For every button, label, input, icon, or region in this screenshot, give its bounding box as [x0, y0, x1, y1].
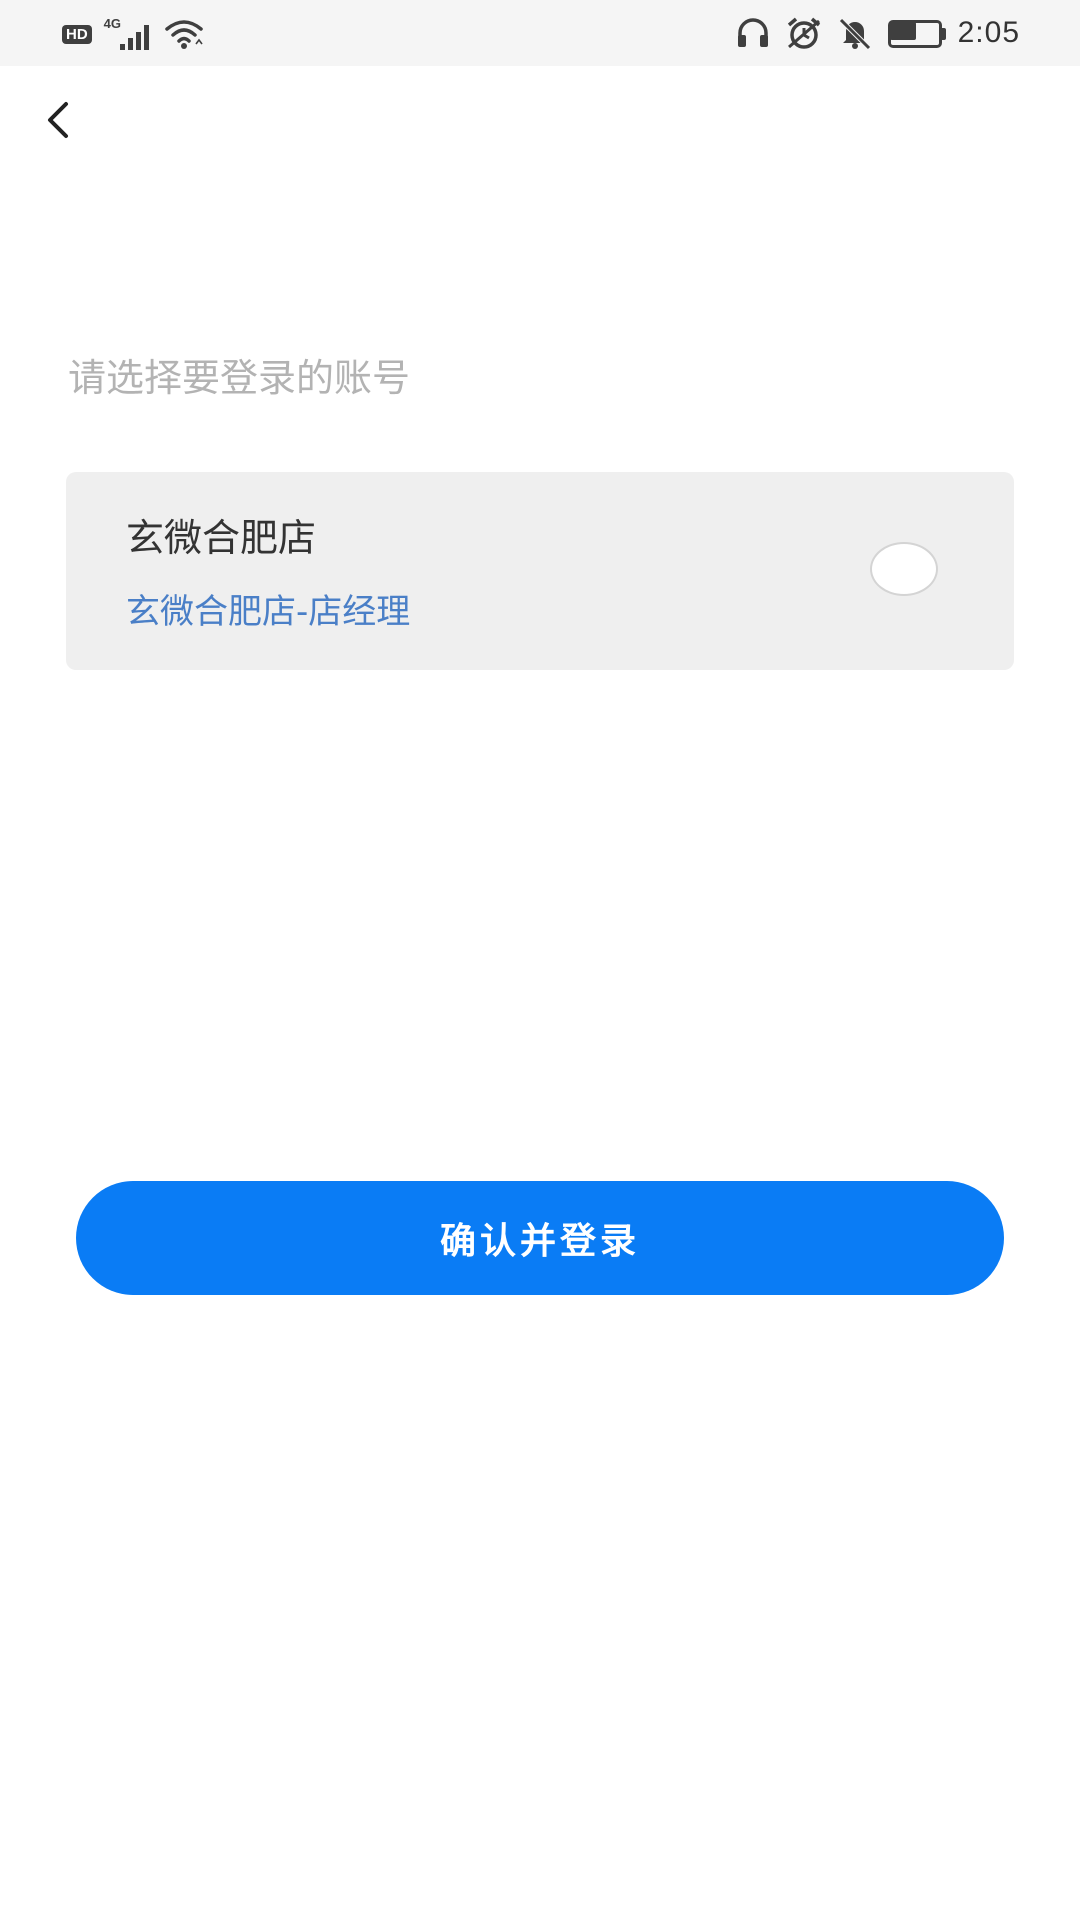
signal-icon	[119, 25, 149, 50]
status-right: 2:05	[736, 12, 1020, 54]
battery-icon	[887, 20, 946, 48]
alarm-icon	[787, 17, 820, 49]
page-prompt: 请选择要登录的账号	[68, 356, 411, 400]
wifi-icon	[164, 20, 203, 49]
clock: 2:05	[957, 16, 1020, 49]
account-name: 玄微合肥店	[126, 516, 317, 560]
status-bar: HD 4G 2:05	[0, 0, 1080, 66]
back-button[interactable]	[30, 90, 90, 150]
headphones-icon	[737, 18, 768, 47]
mute-icon	[838, 18, 871, 50]
account-radio[interactable]	[870, 542, 938, 596]
battery-level-fill	[889, 22, 916, 40]
cellular-indicator: 4G	[100, 14, 160, 54]
account-role: 玄微合肥店-店经理	[126, 592, 411, 632]
chevron-left-icon	[48, 102, 68, 138]
hd-badge: HD	[62, 24, 92, 44]
account-item[interactable]: 玄微合肥店 玄微合肥店-店经理	[66, 472, 1014, 670]
confirm-login-button[interactable]: 确认并登录	[76, 1181, 1004, 1295]
status-left: HD 4G	[62, 14, 204, 54]
